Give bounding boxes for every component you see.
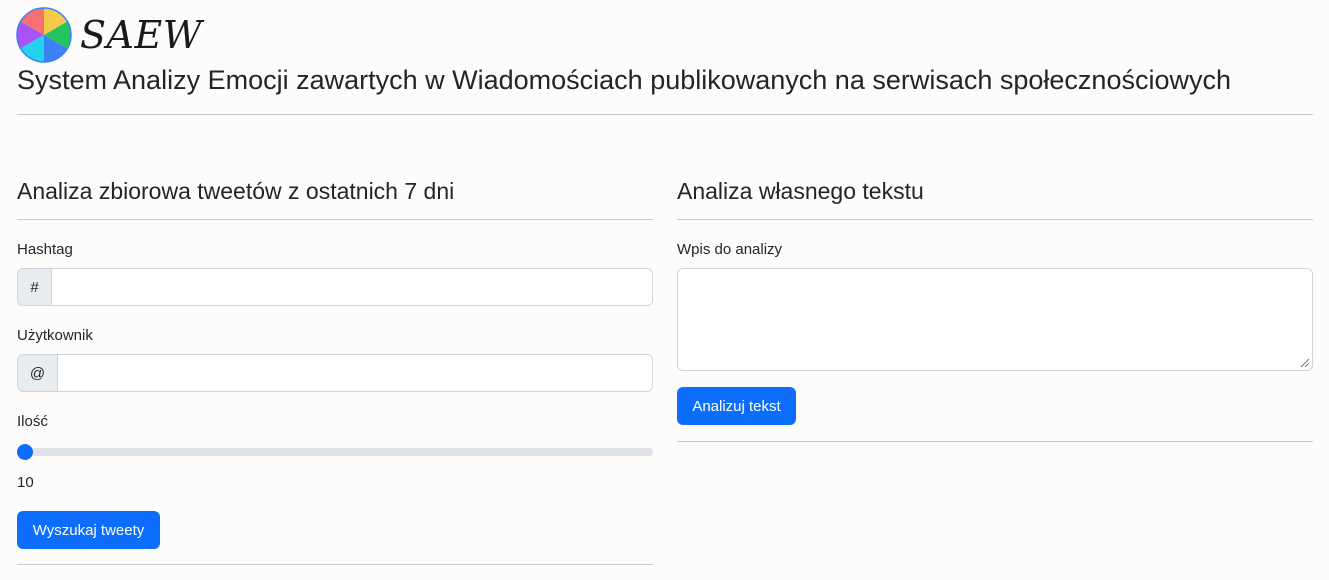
- brand: SAEW: [16, 7, 202, 63]
- logo-icon: [16, 7, 72, 63]
- user-input-group: @: [17, 354, 653, 392]
- count-slider-thumb[interactable]: [17, 444, 33, 460]
- user-input[interactable]: [58, 355, 652, 391]
- right-section-title: Analiza własnego tekstu: [677, 178, 924, 204]
- page-subtitle: System Analizy Emocji zawartych w Wiadom…: [17, 65, 1231, 95]
- analyze-text-button[interactable]: Analizuj tekst: [677, 387, 796, 425]
- left-section-title: Analiza zbiorowa tweetów z ostatnich 7 d…: [17, 178, 455, 204]
- resize-grip-icon[interactable]: [1298, 356, 1310, 368]
- text-analysis-input[interactable]: [677, 268, 1313, 371]
- header-divider: [17, 114, 1313, 115]
- hashtag-label: Hashtag: [17, 241, 73, 258]
- hashtag-input[interactable]: [52, 269, 652, 305]
- left-section-divider: [17, 219, 653, 220]
- hashtag-input-group: #: [17, 268, 653, 306]
- right-bottom-divider: [677, 441, 1313, 442]
- count-value: 10: [17, 474, 34, 491]
- count-slider[interactable]: [17, 444, 653, 460]
- left-bottom-divider: [17, 564, 653, 565]
- brand-name: SAEW: [80, 13, 203, 57]
- user-label: Użytkownik: [17, 327, 93, 344]
- search-tweets-button[interactable]: Wyszukaj tweety: [17, 511, 160, 549]
- count-label: Ilość: [17, 413, 48, 430]
- text-input-label: Wpis do analizy: [677, 241, 783, 258]
- user-prefix: @: [18, 355, 58, 391]
- right-section-divider: [677, 219, 1313, 220]
- hashtag-prefix: #: [18, 269, 52, 305]
